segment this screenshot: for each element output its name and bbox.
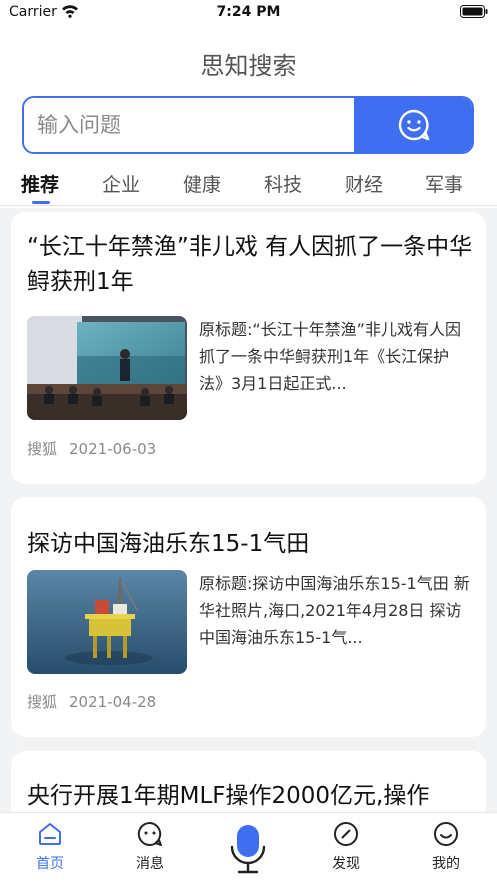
home-icon xyxy=(39,823,61,845)
tab-recommended[interactable]: 推荐 xyxy=(21,170,59,197)
nav-home[interactable]: 首页 xyxy=(20,821,80,873)
news-source: 搜狐 xyxy=(27,440,58,458)
tab-finance[interactable]: 财经 xyxy=(345,170,383,197)
news-meta: 搜狐 2021-04-28 xyxy=(27,691,156,712)
nav-profile[interactable]: 我的 xyxy=(416,821,476,873)
message-icon xyxy=(137,821,162,846)
news-source: 搜狐 xyxy=(27,693,58,711)
active-tab-indicator xyxy=(32,201,50,204)
tab-enterprise[interactable]: 企业 xyxy=(102,170,140,197)
tab-technology[interactable]: 科技 xyxy=(264,170,302,197)
battery-icon xyxy=(460,5,488,18)
news-thumbnail[interactable] xyxy=(27,316,187,420)
compass-icon xyxy=(334,822,358,846)
gas-platform-image xyxy=(27,570,187,674)
nav-messages[interactable]: 消息 xyxy=(120,821,180,873)
voice-button[interactable] xyxy=(228,823,268,881)
top-header: Carrier 7:24 PM 思知搜索 推荐 企业 健康 科技 xyxy=(0,0,497,208)
nav-home-label: 首页 xyxy=(36,856,64,872)
clock: 7:24 PM xyxy=(216,4,281,20)
tab-military[interactable]: 军事 xyxy=(425,170,463,197)
bottom-navigation: 首页 消息 发现 我的 xyxy=(0,812,497,883)
nav-profile-label: 我的 xyxy=(432,856,460,872)
search-input[interactable] xyxy=(24,98,354,152)
news-title[interactable]: 央行开展1年期MLF操作2000亿元,操作 xyxy=(27,779,473,814)
chat-search-icon xyxy=(398,109,430,141)
nav-discover-label: 发现 xyxy=(332,856,360,872)
profile-icon xyxy=(434,822,458,846)
news-title[interactable]: “长江十年禁渔”非儿戏 有人因抓了一条中华鲟获刑1年 xyxy=(27,230,473,300)
press-conference-image xyxy=(27,316,187,420)
news-card[interactable]: 央行开展1年期MLF操作2000亿元,操作 xyxy=(11,751,486,821)
news-thumbnail[interactable] xyxy=(27,570,187,674)
news-meta: 搜狐 2021-06-03 xyxy=(27,438,156,459)
microphone-icon xyxy=(230,825,266,874)
news-card[interactable]: 探访中国海油乐东15-1气田 原标题:探访中国海油乐东15-1气田 新华社照片,… xyxy=(11,497,486,737)
search-bar xyxy=(22,96,474,154)
divider xyxy=(0,205,497,206)
nav-messages-label: 消息 xyxy=(136,856,164,872)
news-date: 2021-06-03 xyxy=(69,440,157,458)
news-snippet: 原标题:“长江十年禁渔”非儿戏有人因抓了一条中华鲟获刑1年《长江保护法》3月1日… xyxy=(199,320,461,393)
nav-discover[interactable]: 发现 xyxy=(316,821,376,873)
news-snippet: 原标题:探访中国海油乐东15-1气田 新华社照片,海口,2021年4月28日 探… xyxy=(199,574,470,647)
news-title[interactable]: 探访中国海油乐东15-1气田 xyxy=(27,527,473,562)
search-button[interactable] xyxy=(354,98,472,152)
status-bar: Carrier 7:24 PM xyxy=(0,0,497,26)
category-tabs: 推荐 企业 健康 科技 财经 军事 xyxy=(0,170,497,206)
page-title: 思知搜索 xyxy=(200,52,297,80)
news-date: 2021-04-28 xyxy=(69,693,157,711)
tab-health[interactable]: 健康 xyxy=(183,170,221,197)
news-card[interactable]: “长江十年禁渔”非儿戏 有人因抓了一条中华鲟获刑1年 原标题:“长江十年禁渔”非… xyxy=(11,212,486,484)
